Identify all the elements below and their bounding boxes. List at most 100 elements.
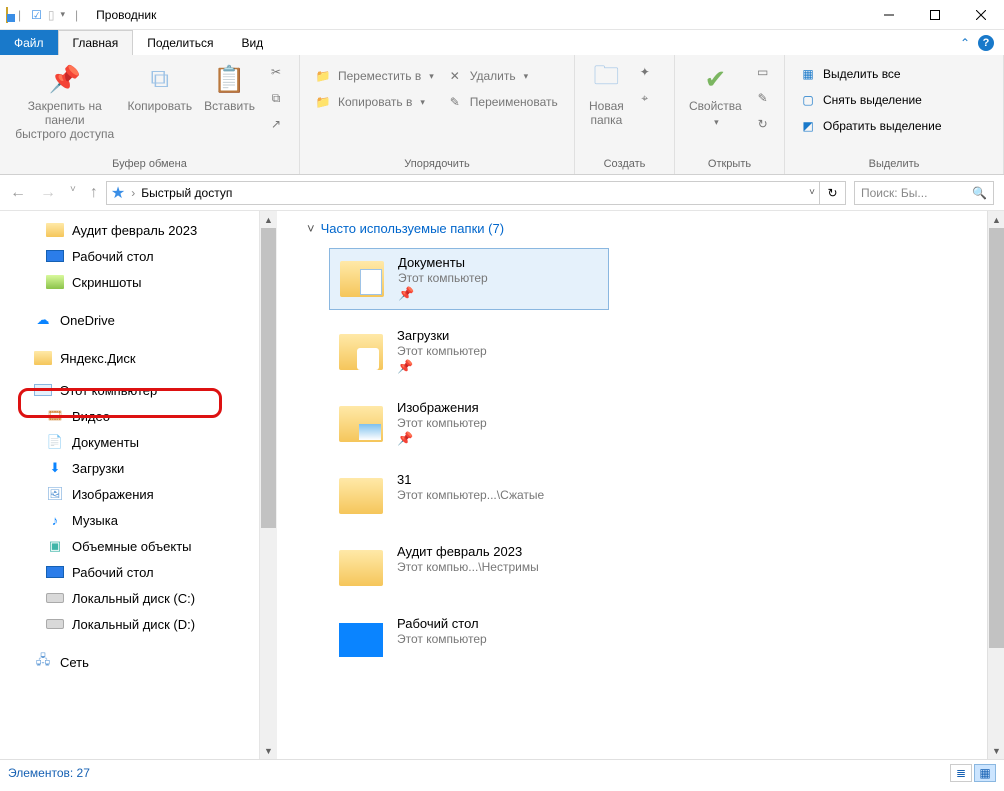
breadcrumb-separator: › xyxy=(131,186,135,200)
minimize-button[interactable] xyxy=(866,0,912,30)
paste-button[interactable]: 📋 Вставить xyxy=(198,59,261,117)
qat-item-icon[interactable]: ▯ xyxy=(48,8,55,22)
view-details-button[interactable]: ≣ xyxy=(950,764,972,782)
copyto-icon: 📁 xyxy=(314,93,332,111)
tree-item-downloads[interactable]: ⬇Загрузки xyxy=(0,455,259,481)
invert-icon: ◩ xyxy=(799,117,817,135)
group-new-label: Создать xyxy=(575,156,674,174)
tree-item-ddrive[interactable]: Локальный диск (D:) xyxy=(0,611,259,637)
open-button[interactable]: ▭ xyxy=(754,61,772,83)
view-tiles-button[interactable]: ▦ xyxy=(974,764,996,782)
address-bar[interactable]: ★ › Быстрый доступ ˅ xyxy=(106,181,820,205)
folder-card-desktop[interactable]: Рабочий стол Этот компьютер xyxy=(329,610,609,670)
scroll-up-button[interactable]: ▲ xyxy=(988,211,1004,228)
pin-icon: 📌 xyxy=(397,359,487,375)
folder-location: Этот компьютер xyxy=(398,271,488,285)
qat-separator-2: | xyxy=(71,8,82,22)
recent-locations-button[interactable]: ˅ xyxy=(70,184,76,202)
tab-view[interactable]: Вид xyxy=(227,30,277,55)
cut-button[interactable]: ✂ xyxy=(267,61,285,83)
tab-home[interactable]: Главная xyxy=(58,30,134,55)
chevron-down-icon: ▾ xyxy=(712,117,719,128)
refresh-button[interactable]: ↻ xyxy=(820,181,846,205)
tree-item-onedrive[interactable]: ☁OneDrive xyxy=(0,307,259,333)
scroll-down-button[interactable]: ▼ xyxy=(988,742,1004,759)
cut-icon: ✂ xyxy=(267,63,285,81)
folder-icon xyxy=(46,221,64,239)
tree-item-docs[interactable]: 📄Документы xyxy=(0,429,259,455)
tree-item-yadisk[interactable]: Яндекс.Диск xyxy=(0,345,259,371)
back-button[interactable]: ← xyxy=(10,184,26,202)
chevron-down-icon: ▾ xyxy=(427,71,434,82)
paste-shortcut-button[interactable]: ↗ xyxy=(267,113,285,135)
folder-card-images[interactable]: Изображения Этот компьютер 📌 xyxy=(329,394,609,454)
folder-name: Рабочий стол xyxy=(397,616,487,631)
scroll-thumb[interactable] xyxy=(261,228,276,528)
close-button[interactable] xyxy=(958,0,1004,30)
pin-icon: 📌 xyxy=(397,431,487,447)
tree-item-music[interactable]: ♪Музыка xyxy=(0,507,259,533)
scroll-up-button[interactable]: ▲ xyxy=(260,211,277,228)
copy-path-icon: ⧉ xyxy=(267,89,285,107)
delete-button[interactable]: ✕Удалить▾ xyxy=(446,65,558,87)
pin-to-quick-access-button[interactable]: 📌 Закрепить на панели быстрого доступа xyxy=(8,59,122,145)
select-none-button[interactable]: ▢Снять выделение xyxy=(799,89,942,111)
history-button[interactable]: ↻ xyxy=(754,113,772,135)
ribbon-collapse-icon[interactable]: ⌃ xyxy=(960,36,970,50)
tree-item-desktop[interactable]: Рабочий стол xyxy=(0,243,259,269)
desktop-icon xyxy=(46,563,64,581)
forward-button[interactable]: → xyxy=(40,184,56,202)
properties-button[interactable]: ✔ Свойства ▾ xyxy=(683,59,748,132)
breadcrumb-root[interactable]: Быстрый доступ xyxy=(141,186,232,200)
search-box[interactable]: Поиск: Бы... 🔍 xyxy=(854,181,994,205)
copy-to-button[interactable]: 📁Копировать в▾ xyxy=(314,91,434,113)
history-icon: ↻ xyxy=(754,115,772,133)
tree-item-screenshots[interactable]: Скриншоты xyxy=(0,269,259,295)
qat-dropdown-icon[interactable]: ▾ xyxy=(61,9,66,20)
invert-selection-button[interactable]: ◩Обратить выделение xyxy=(799,115,942,137)
tree-item-cdrive[interactable]: Локальный диск (C:) xyxy=(0,585,259,611)
new-item-button[interactable]: ✦ xyxy=(636,61,654,83)
edit-icon: ✎ xyxy=(754,89,772,107)
folder-card-audit[interactable]: Аудит февраль 2023 Этот компью...\Нестри… xyxy=(329,538,609,598)
group-open-label: Открыть xyxy=(675,156,784,174)
new-item-icon: ✦ xyxy=(636,63,654,81)
rename-button[interactable]: ✎Переименовать xyxy=(446,91,558,113)
tree-item-images[interactable]: 🖼Изображения xyxy=(0,481,259,507)
group-select-label: Выделить xyxy=(785,156,1003,174)
annotation-highlight xyxy=(18,388,222,418)
drive-icon xyxy=(46,615,64,633)
tree-item-audit[interactable]: Аудит февраль 2023 xyxy=(0,217,259,243)
folder-name: 31 xyxy=(397,472,544,487)
copy-button[interactable]: ⧉ Копировать xyxy=(122,59,199,117)
select-all-button[interactable]: ▦Выделить все xyxy=(799,63,942,85)
tree-item-network[interactable]: 🖧Сеть xyxy=(0,649,259,675)
new-folder-icon: 🗀 xyxy=(590,63,622,95)
folder-card-documents[interactable]: Документы Этот компьютер 📌 xyxy=(329,248,609,310)
edit-button[interactable]: ✎ xyxy=(754,87,772,109)
up-button[interactable]: ↑ xyxy=(90,184,98,202)
chevron-down-icon: ▾ xyxy=(522,71,529,82)
maximize-button[interactable] xyxy=(912,0,958,30)
easy-access-button[interactable]: ⌖ xyxy=(636,87,654,109)
copy-path-button[interactable]: ⧉ xyxy=(267,87,285,109)
scroll-down-button[interactable]: ▼ xyxy=(260,742,277,759)
address-dropdown-icon[interactable]: ˅ xyxy=(809,187,815,198)
cube-icon: ▣ xyxy=(46,537,64,555)
tree-item-3dobjects[interactable]: ▣Объемные объекты xyxy=(0,533,259,559)
scroll-thumb[interactable] xyxy=(989,228,1004,648)
new-folder-button[interactable]: 🗀 Новая папка xyxy=(583,59,630,131)
move-to-button[interactable]: 📁Переместить в▾ xyxy=(314,65,434,87)
desktop-icon xyxy=(46,247,64,265)
folder-location: Этот компьютер...\Сжатые xyxy=(397,488,544,502)
tab-file[interactable]: Файл xyxy=(0,30,58,55)
folder-location: Этот компьютер xyxy=(397,416,487,430)
folder-card-downloads[interactable]: ↓ Загрузки Этот компьютер 📌 xyxy=(329,322,609,382)
help-icon[interactable]: ? xyxy=(978,35,994,51)
section-frequent-folders[interactable]: ˅ Часто используемые папки (7) xyxy=(307,221,992,236)
tree-item-desktop2[interactable]: Рабочий стол xyxy=(0,559,259,585)
folder-card-31[interactable]: 31 Этот компьютер...\Сжатые xyxy=(329,466,609,526)
group-organize-label: Упорядочить xyxy=(300,156,574,174)
qat-checkbox-icon[interactable]: ☑ xyxy=(31,8,42,22)
tab-share[interactable]: Поделиться xyxy=(133,30,227,55)
